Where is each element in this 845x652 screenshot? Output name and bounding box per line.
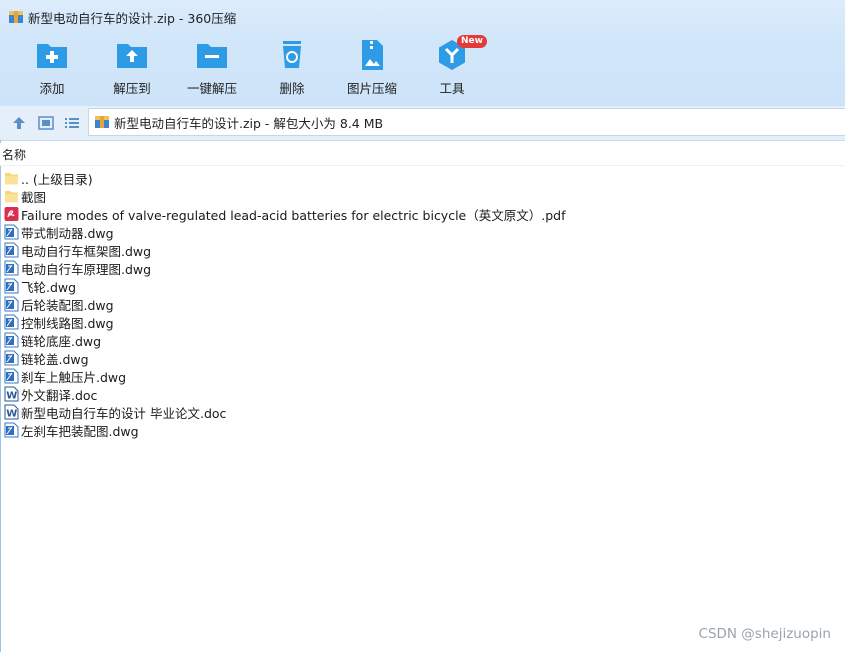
new-badge: New	[457, 35, 487, 48]
dwg-file-icon	[4, 224, 19, 240]
extract-to-button[interactable]: 解压到	[92, 38, 172, 100]
file-name: 后轮装配图.dwg	[21, 297, 114, 313]
svg-text:W: W	[6, 409, 17, 420]
file-row[interactable]: 控制线路图.dwg	[0, 313, 845, 331]
file-row[interactable]: 左刹车把装配图.dwg	[0, 421, 845, 439]
file-list: .. (上级目录) 截图 Failure modes of valve-regula…	[0, 169, 845, 439]
add-button[interactable]: 添加	[12, 38, 92, 100]
image-compress-button[interactable]: 图片压缩	[332, 38, 412, 100]
doc-file-icon: W	[4, 404, 19, 420]
file-row[interactable]: W 外文翻译.doc	[0, 385, 845, 403]
file-row[interactable]: Failure modes of valve-regulated lead-ac…	[0, 205, 845, 223]
image-compress-icon	[362, 40, 383, 70]
file-row[interactable]: .. (上级目录)	[0, 169, 845, 187]
file-row[interactable]: 电动自行车框架图.dwg	[0, 241, 845, 259]
file-name: 链轮盖.dwg	[21, 351, 89, 367]
file-name: 飞轮.dwg	[21, 279, 77, 295]
pdf-file-icon	[4, 206, 19, 222]
folder-icon	[4, 188, 19, 204]
file-name: 左刹车把装配图.dwg	[21, 423, 139, 439]
svg-text:W: W	[6, 391, 17, 402]
file-row[interactable]: 截图	[0, 187, 845, 205]
extract-to-icon	[117, 44, 147, 68]
dwg-file-icon	[4, 422, 19, 438]
doc-file-icon: W	[4, 386, 19, 402]
file-row[interactable]: 电动自行车原理图.dwg	[0, 259, 845, 277]
folder-icon	[4, 170, 19, 186]
file-row[interactable]: 飞轮.dwg	[0, 277, 845, 295]
dwg-file-icon	[4, 242, 19, 258]
dwg-file-icon	[4, 314, 19, 330]
address-field[interactable]: 新型电动自行车的设计.zip - 解包大小为 8.4 MB	[88, 108, 845, 136]
file-row[interactable]: 带式制动器.dwg	[0, 223, 845, 241]
file-name: 带式制动器.dwg	[21, 225, 114, 241]
file-row[interactable]: 链轮盖.dwg	[0, 349, 845, 367]
file-name: 链轮底座.dwg	[21, 333, 102, 349]
one-click-extract-button[interactable]: 一键解压	[172, 38, 252, 100]
zip-archive-icon	[9, 11, 23, 23]
delete-button[interactable]: 删除	[252, 38, 332, 100]
dwg-file-icon	[4, 260, 19, 276]
window-title: 新型电动自行车的设计.zip - 360压缩	[28, 10, 237, 26]
file-name: 外文翻译.doc	[21, 387, 98, 403]
dwg-file-icon	[4, 368, 19, 384]
dwg-file-icon	[4, 350, 19, 366]
dwg-file-icon	[4, 296, 19, 312]
file-row[interactable]: 刹车上触压片.dwg	[0, 367, 845, 385]
file-row[interactable]: 后轮装配图.dwg	[0, 295, 845, 313]
dwg-file-icon	[4, 278, 19, 294]
add-icon	[37, 44, 67, 68]
address-text: 新型电动自行车的设计.zip - 解包大小为 8.4 MB	[114, 115, 384, 131]
file-name: 电动自行车原理图.dwg	[21, 261, 152, 277]
tools-button[interactable]: New 工具	[412, 35, 492, 100]
zip-archive-icon	[95, 116, 109, 128]
file-name: 截图	[21, 189, 47, 205]
file-name: .. (上级目录)	[21, 171, 93, 187]
file-row[interactable]: W 新型电动自行车的设计 毕业论文.doc	[0, 403, 845, 421]
column-header-name[interactable]: 名称	[2, 146, 26, 163]
toolbar: 添加 解压到 一键解压 删除 图片压缩 New 工具	[0, 34, 845, 106]
delete-icon	[283, 41, 301, 68]
file-name: 电动自行车框架图.dwg	[21, 243, 152, 259]
up-arrow-icon[interactable]	[10, 114, 28, 132]
watermark: CSDN @shejizuopin	[698, 626, 831, 642]
file-name: Failure modes of valve-regulated lead-ac…	[21, 207, 566, 223]
file-name: 新型电动自行车的设计 毕业论文.doc	[21, 405, 227, 421]
file-row[interactable]: 链轮底座.dwg	[0, 331, 845, 349]
dwg-file-icon	[4, 332, 19, 348]
address-bar: 新型电动自行车的设计.zip - 解包大小为 8.4 MB	[0, 106, 845, 141]
title-bar: 新型电动自行车的设计.zip - 360压缩	[0, 0, 845, 34]
file-name: 控制线路图.dwg	[21, 315, 114, 331]
file-name: 刹车上触压片.dwg	[21, 369, 127, 385]
column-header: 名称	[0, 143, 845, 166]
list-view-icon[interactable]	[63, 114, 81, 132]
thumbnail-view-icon[interactable]	[37, 114, 55, 132]
one-click-extract-icon	[197, 44, 227, 68]
